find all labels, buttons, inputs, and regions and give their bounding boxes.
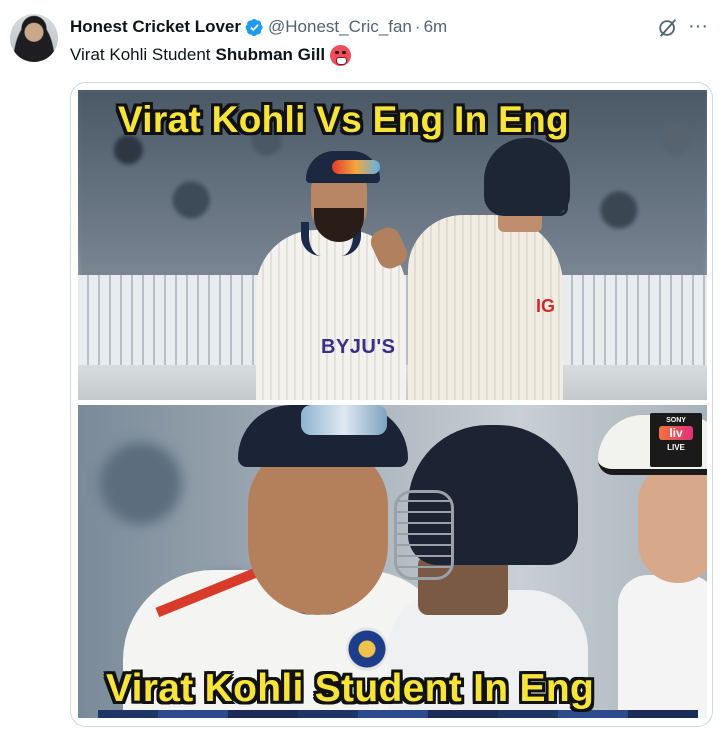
timestamp[interactable]: 6m: [424, 17, 448, 37]
umpire-body: [618, 575, 707, 718]
meme-panel-top: BYJU'S IG Virat Kohli Vs Eng In Eng: [78, 90, 707, 400]
display-name[interactable]: Honest Cricket Lover: [70, 17, 241, 37]
kohli-sunglasses: [332, 160, 380, 174]
verified-badge-icon: [245, 18, 263, 36]
broadcaster-channel: liv: [659, 426, 693, 440]
tweet-text-bold: Shubman Gill: [215, 45, 326, 64]
gill-face: [248, 445, 388, 615]
umpire-face: [638, 463, 707, 583]
helmet-grille: [528, 182, 568, 216]
tweet-text: Virat Kohli Student Shubman Gill: [70, 44, 352, 66]
meme-panel-bottom: SONY liv LIVE Virat Kohli Student In Eng: [78, 405, 707, 718]
tweet-text-prefix: Virat Kohli Student: [70, 45, 211, 64]
grok-icon[interactable]: [657, 17, 679, 39]
score-bar: [98, 710, 698, 718]
broadcaster-brand: SONY: [666, 417, 686, 424]
handle[interactable]: @Honest_Cric_fan: [268, 17, 412, 37]
meme-caption-top: Virat Kohli Vs Eng In Eng: [118, 99, 569, 140]
more-options-icon[interactable]: ···: [688, 16, 708, 36]
media-image[interactable]: BYJU'S IG Virat Kohli Vs Eng In Eng SONY…: [70, 82, 713, 727]
live-indicator: LIVE: [667, 443, 685, 452]
hot-face-emoji-icon: [330, 44, 352, 66]
meme-caption-bottom: Virat Kohli Student In Eng: [106, 667, 595, 710]
separator-dot: ·: [414, 17, 421, 36]
batter-helmet-grille: [394, 490, 454, 580]
team-logo: IG: [536, 296, 556, 316]
gill-sunglasses: [301, 405, 387, 435]
tweet-header: Honest Cricket Lover @Honest_Cric_fan · …: [70, 16, 447, 38]
sponsor-logo: BYJU'S: [321, 336, 396, 358]
avatar[interactable]: [10, 14, 58, 62]
broadcaster-logo: SONY liv LIVE: [650, 413, 702, 467]
bcci-badge-icon: [346, 627, 388, 671]
